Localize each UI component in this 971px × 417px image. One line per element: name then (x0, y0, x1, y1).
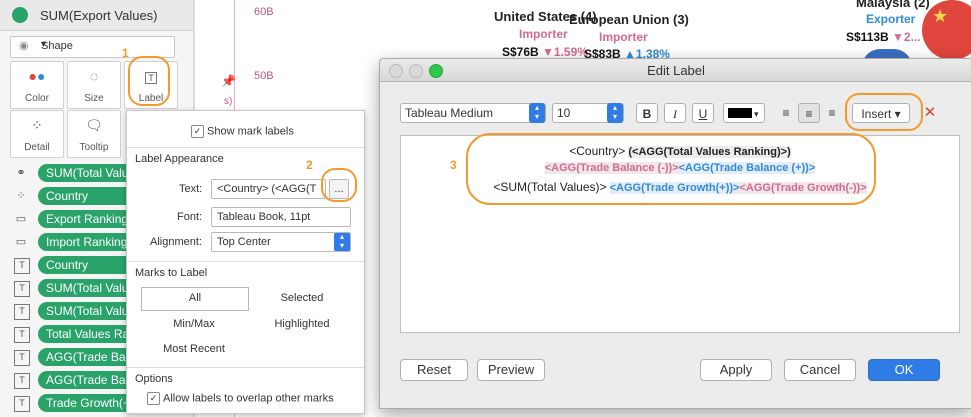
show-mark-labels-checkbox[interactable]: ✓ Show mark labels (191, 125, 294, 138)
font-family-dropdown[interactable]: Tableau Medium ▴ ▾ (400, 103, 546, 123)
callout-ring-ellipsis (321, 168, 357, 202)
tooltip-icon: 🗨 (85, 117, 103, 133)
chevron-down-icon: ▾ (754, 109, 759, 119)
size-icon: ◌ (89, 68, 99, 84)
label-T-icon: T (14, 281, 30, 297)
callout-number-2: 2 (306, 158, 313, 172)
label-T-icon: T (14, 258, 30, 274)
reset-button[interactable]: Reset (400, 359, 468, 381)
font-family-value: Tableau Medium (405, 106, 494, 120)
align-right-icon[interactable]: ≡ (821, 103, 843, 123)
font-size-dropdown[interactable]: 10 ▴ ▾ (552, 103, 624, 123)
text-field-label: Text: (179, 183, 203, 195)
font-dropdown-value: Tableau Book, 11pt (217, 211, 311, 223)
stepper-chevron-icon: ▴ ▾ (334, 233, 350, 251)
detail-dots-icon: ⁘ (31, 117, 43, 133)
label-T-icon: T (14, 304, 30, 320)
detail-card-label: Detail (24, 142, 50, 153)
label-value: S$113B ▼2... (846, 30, 921, 44)
label-T-icon: T (14, 373, 30, 389)
alignment-field-label: Alignment: (150, 236, 202, 248)
label-popup: ✓ Show mark labels Label Appearance Text:… (126, 110, 365, 414)
tooltip-icon: ▭ (15, 213, 27, 225)
tooltip-card[interactable]: 🗨 Tooltip (67, 110, 121, 158)
color-card[interactable]: ●● Color (10, 61, 64, 109)
callout-ring-label (128, 56, 170, 106)
label-T-icon: T (14, 396, 30, 412)
preview-button[interactable]: Preview (477, 359, 545, 381)
star-icon: ★ (932, 6, 949, 26)
mark-type-dropdown[interactable]: ◉ Shape ▾ (10, 36, 175, 58)
label-role: Importer (599, 30, 648, 44)
marks-option-most-recent[interactable]: Most Recent (149, 343, 239, 355)
ok-button[interactable]: OK (868, 359, 940, 381)
divider (127, 261, 364, 262)
italic-button[interactable]: I (664, 103, 686, 123)
label-T-icon: T (14, 327, 30, 343)
callout-ring-editor (466, 133, 876, 205)
size-card[interactable]: ◌ Size (67, 61, 121, 109)
alignment-dropdown-value: Top Center (217, 236, 271, 248)
label-role: Exporter (866, 12, 916, 26)
marks-option-selected[interactable]: Selected (257, 292, 347, 304)
underline-button[interactable]: U (692, 103, 714, 123)
divider (127, 147, 364, 148)
dialog-title: Edit Label (647, 63, 705, 78)
align-left-icon[interactable]: ≡ (775, 103, 797, 123)
stepper-chevron-icon: ▴ ▾ (607, 103, 623, 123)
marks-header: SUM(Export Values) (0, 0, 193, 31)
alignment-dropdown[interactable]: Top Center ▴ ▾ (211, 232, 351, 252)
detail-card[interactable]: ⁘ Detail (10, 110, 64, 158)
stepper-chevron-icon: ▴ ▾ (529, 103, 545, 123)
show-mark-labels-text: Show mark labels (207, 125, 294, 138)
label-country: European Union (3) (569, 12, 689, 27)
y-tick-60b: 60B (254, 6, 274, 18)
allow-overlap-checkbox[interactable]: ✓ Allow labels to overlap other marks (147, 392, 334, 405)
text-color-picker[interactable]: ▾ (723, 103, 765, 123)
font-field-label: Font: (177, 211, 203, 223)
font-size-value: 10 (557, 106, 571, 120)
cancel-button[interactable]: Cancel (784, 359, 856, 381)
marks-option-highlighted[interactable]: Highlighted (257, 318, 347, 330)
text-field[interactable]: <Country> (<AGG(T (211, 179, 326, 199)
marks-to-label-title: Marks to Label (135, 267, 208, 279)
allow-overlap-text: Allow labels to overlap other marks (163, 392, 334, 405)
checkbox-checked-icon: ✓ (191, 125, 204, 138)
apply-button[interactable]: Apply (700, 359, 772, 381)
marks-option-all-label: All (188, 292, 202, 304)
label-T-icon: T (14, 350, 30, 366)
marks-header-title: SUM(Export Values) (40, 8, 158, 23)
callout-number-3: 3 (450, 158, 457, 172)
dialog-titlebar: Edit Label (380, 59, 971, 82)
marks-option-all[interactable]: All (141, 287, 249, 311)
detail-dots-icon: ⁘ (16, 190, 26, 202)
size-card-label: Size (84, 93, 104, 104)
measure-icon (12, 7, 28, 23)
color-dots-icon: ●● (28, 68, 46, 84)
divider (127, 367, 364, 368)
bold-button[interactable]: B (636, 103, 658, 123)
label-appearance-title: Label Appearance (135, 153, 224, 165)
font-dropdown[interactable]: Tableau Book, 11pt (211, 207, 351, 227)
label-role: Importer (519, 27, 568, 41)
shape-icon: ⚭ (16, 167, 26, 179)
align-center-icon[interactable]: ≡ (798, 103, 820, 123)
y-tick-50b: 50B (254, 70, 274, 82)
color-card-label: Color (25, 93, 49, 104)
checkbox-checked-icon: ✓ (147, 392, 160, 405)
pin-icon[interactable]: 📌 (221, 74, 236, 88)
shape-icon: ◉ (19, 40, 29, 52)
clear-x-icon[interactable]: ✕ (920, 103, 940, 123)
label-country: Malaysia (2) (856, 0, 930, 10)
label-value: S$76B ▼1.59% (502, 45, 588, 59)
y-axis-label: s) (224, 96, 233, 107)
options-title: Options (135, 373, 173, 385)
color-swatch (728, 108, 752, 118)
tooltip-card-label: Tooltip (79, 142, 109, 153)
callout-number-1: 1 (122, 46, 129, 60)
marks-option-minmax[interactable]: Min/Max (149, 318, 239, 330)
chevron-down-icon: ▾ (41, 39, 47, 50)
callout-ring-insert (845, 93, 923, 131)
tooltip-icon: ▭ (15, 236, 27, 248)
